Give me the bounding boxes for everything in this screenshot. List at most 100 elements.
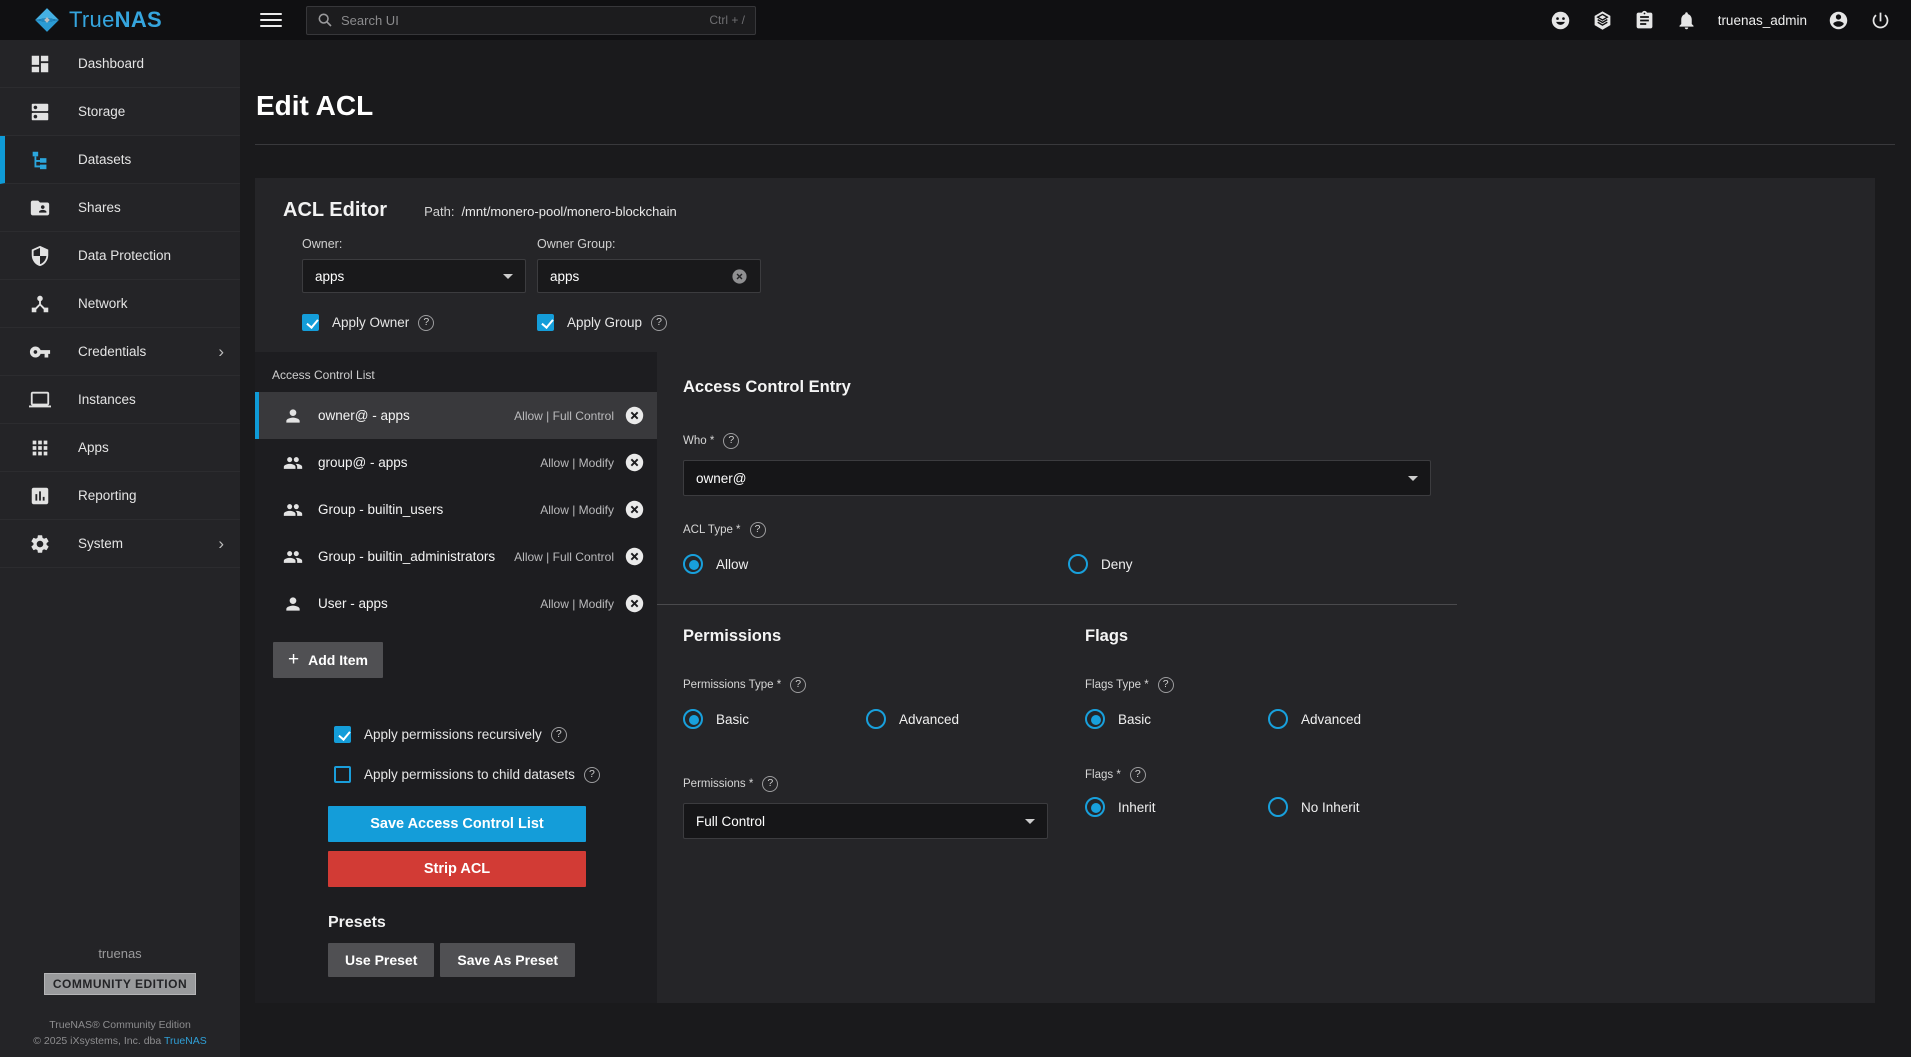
acl-entry-status: Allow | Modify <box>540 456 614 470</box>
help-icon[interactable]: ? <box>1130 767 1146 783</box>
user-account-icon[interactable] <box>1828 10 1849 31</box>
flags-no-inherit-radio[interactable]: No Inherit <box>1268 797 1360 817</box>
acl-entry-row[interactable]: User - apps Allow | Modify <box>255 580 657 627</box>
sidebar-item-label: Reporting <box>78 488 137 503</box>
apply-recursively-checkbox[interactable] <box>334 726 351 743</box>
permissions-value: Full Control <box>696 814 765 829</box>
credentials-icon <box>29 341 51 363</box>
permissions-select[interactable]: Full Control <box>683 803 1048 839</box>
strip-acl-button[interactable]: Strip ACL <box>328 851 586 887</box>
help-icon[interactable]: ? <box>584 767 600 783</box>
help-icon[interactable]: ? <box>551 727 567 743</box>
sidebar-item-system[interactable]: System › <box>0 520 240 568</box>
remove-entry-icon[interactable] <box>625 547 644 566</box>
flags-type-advanced-radio[interactable]: Advanced <box>1268 709 1361 729</box>
feedback-icon[interactable] <box>1550 10 1571 31</box>
acl-entry-row[interactable]: Group - builtin_administrators Allow | F… <box>255 533 657 580</box>
plus-icon: + <box>288 649 299 671</box>
sidebar-item-label: Dashboard <box>78 56 144 71</box>
ace-heading: Access Control Entry <box>683 378 1875 397</box>
sidebar-item-storage[interactable]: Storage <box>0 88 240 136</box>
save-acl-button[interactable]: Save Access Control List <box>328 806 586 842</box>
copyright-text: © 2025 iXsystems, Inc. dba <box>33 1035 164 1047</box>
sidebar-footer: truenas COMMUNITY EDITION TrueNAS® Commu… <box>0 946 240 1049</box>
acl-entry-row[interactable]: group@ - apps Allow | Modify <box>255 439 657 486</box>
flags-inherit-radio[interactable]: Inherit <box>1085 797 1268 817</box>
help-icon[interactable]: ? <box>723 433 739 449</box>
sidebar-item-reporting[interactable]: Reporting <box>0 472 240 520</box>
help-icon[interactable]: ? <box>651 315 667 331</box>
footer-copyright: © 2025 iXsystems, Inc. dba TrueNAS <box>0 1033 240 1049</box>
truenas-logo[interactable]: TrueNAS <box>0 7 240 33</box>
save-as-preset-button[interactable]: Save As Preset <box>440 943 575 977</box>
sidebar-item-dashboard[interactable]: Dashboard <box>0 40 240 88</box>
permissions-type-label: Permissions Type * <box>683 679 781 691</box>
apply-owner-checkbox[interactable] <box>302 314 319 331</box>
apply-group-checkbox[interactable] <box>537 314 554 331</box>
owner-label: Owner: <box>302 237 526 251</box>
flags-select-label: Flags * <box>1085 769 1121 781</box>
acl-entry-row[interactable]: Group - builtin_users Allow | Modify <box>255 486 657 533</box>
search-icon <box>317 12 333 28</box>
acl-entry-row[interactable]: owner@ - apps Allow | Full Control <box>255 392 657 439</box>
help-icon[interactable]: ? <box>750 522 766 538</box>
remove-entry-icon[interactable] <box>625 500 644 519</box>
add-item-button[interactable]: + Add Item <box>273 642 383 678</box>
sidebar-item-credentials[interactable]: Credentials › <box>0 328 240 376</box>
search-input[interactable]: Search UI Ctrl + / <box>306 6 756 35</box>
flags-type-basic-radio[interactable]: Basic <box>1085 709 1268 729</box>
acl-type-allow-radio[interactable]: Allow <box>683 554 1068 574</box>
radio-label: Advanced <box>1301 712 1361 727</box>
sidebar-item-data-protection[interactable]: Data Protection <box>0 232 240 280</box>
main-content: Edit ACL ACL Editor Path:/mnt/monero-poo… <box>240 40 1911 1057</box>
shares-icon <box>29 197 51 219</box>
owner-group-input[interactable]: apps <box>537 259 761 293</box>
acl-type-deny-radio[interactable]: Deny <box>1068 554 1133 574</box>
acl-entry-status: Allow | Modify <box>540 597 614 611</box>
radio-icon <box>1085 797 1105 817</box>
radio-label: Basic <box>716 712 749 727</box>
sidebar-item-apps[interactable]: Apps <box>0 424 240 472</box>
menu-toggle-icon[interactable] <box>260 9 282 31</box>
flags-type-label: Flags Type * <box>1085 679 1149 691</box>
flags-heading: Flags <box>1085 627 1487 646</box>
sidebar-item-datasets[interactable]: Datasets <box>0 136 240 184</box>
sidebar-item-label: Datasets <box>78 152 131 167</box>
use-preset-button[interactable]: Use Preset <box>328 943 434 977</box>
help-icon[interactable]: ? <box>1158 677 1174 693</box>
acl-entry-name: owner@ - apps <box>318 408 410 423</box>
who-select[interactable]: owner@ <box>683 460 1431 496</box>
chevron-down-icon <box>1408 476 1418 481</box>
truenas-link[interactable]: TrueNAS <box>164 1035 207 1047</box>
radio-icon <box>683 709 703 729</box>
apps-icon <box>29 437 51 459</box>
permissions-type-basic-radio[interactable]: Basic <box>683 709 866 729</box>
jobs-icon[interactable] <box>1634 10 1655 31</box>
power-icon[interactable] <box>1870 10 1891 31</box>
acl-entry-status: Allow | Modify <box>540 503 614 517</box>
sidebar-item-shares[interactable]: Shares <box>0 184 240 232</box>
help-icon[interactable]: ? <box>418 315 434 331</box>
storage-icon <box>29 101 51 123</box>
sidebar-item-instances[interactable]: Instances <box>0 376 240 424</box>
permissions-heading: Permissions <box>683 627 1085 646</box>
help-icon[interactable]: ? <box>790 677 806 693</box>
help-icon[interactable]: ? <box>762 776 778 792</box>
remove-entry-icon[interactable] <box>625 406 644 425</box>
permissions-type-advanced-radio[interactable]: Advanced <box>866 709 959 729</box>
apply-child-datasets-checkbox[interactable] <box>334 766 351 783</box>
radio-label: Inherit <box>1118 800 1156 815</box>
remove-entry-icon[interactable] <box>625 594 644 613</box>
owner-select[interactable]: apps <box>302 259 526 293</box>
dashboard-icon <box>29 53 51 75</box>
sidebar-item-label: Instances <box>78 392 136 407</box>
truecommand-icon[interactable] <box>1592 10 1613 31</box>
top-bar: TrueNAS Search UI Ctrl + / truenas_admin <box>0 0 1911 40</box>
clear-icon[interactable] <box>731 268 748 285</box>
remove-entry-icon[interactable] <box>625 453 644 472</box>
acl-entry-status: Allow | Full Control <box>514 550 614 564</box>
sidebar-item-network[interactable]: Network <box>0 280 240 328</box>
sidebar-item-label: Apps <box>78 440 109 455</box>
notifications-icon[interactable] <box>1676 10 1697 31</box>
radio-icon <box>1268 709 1288 729</box>
